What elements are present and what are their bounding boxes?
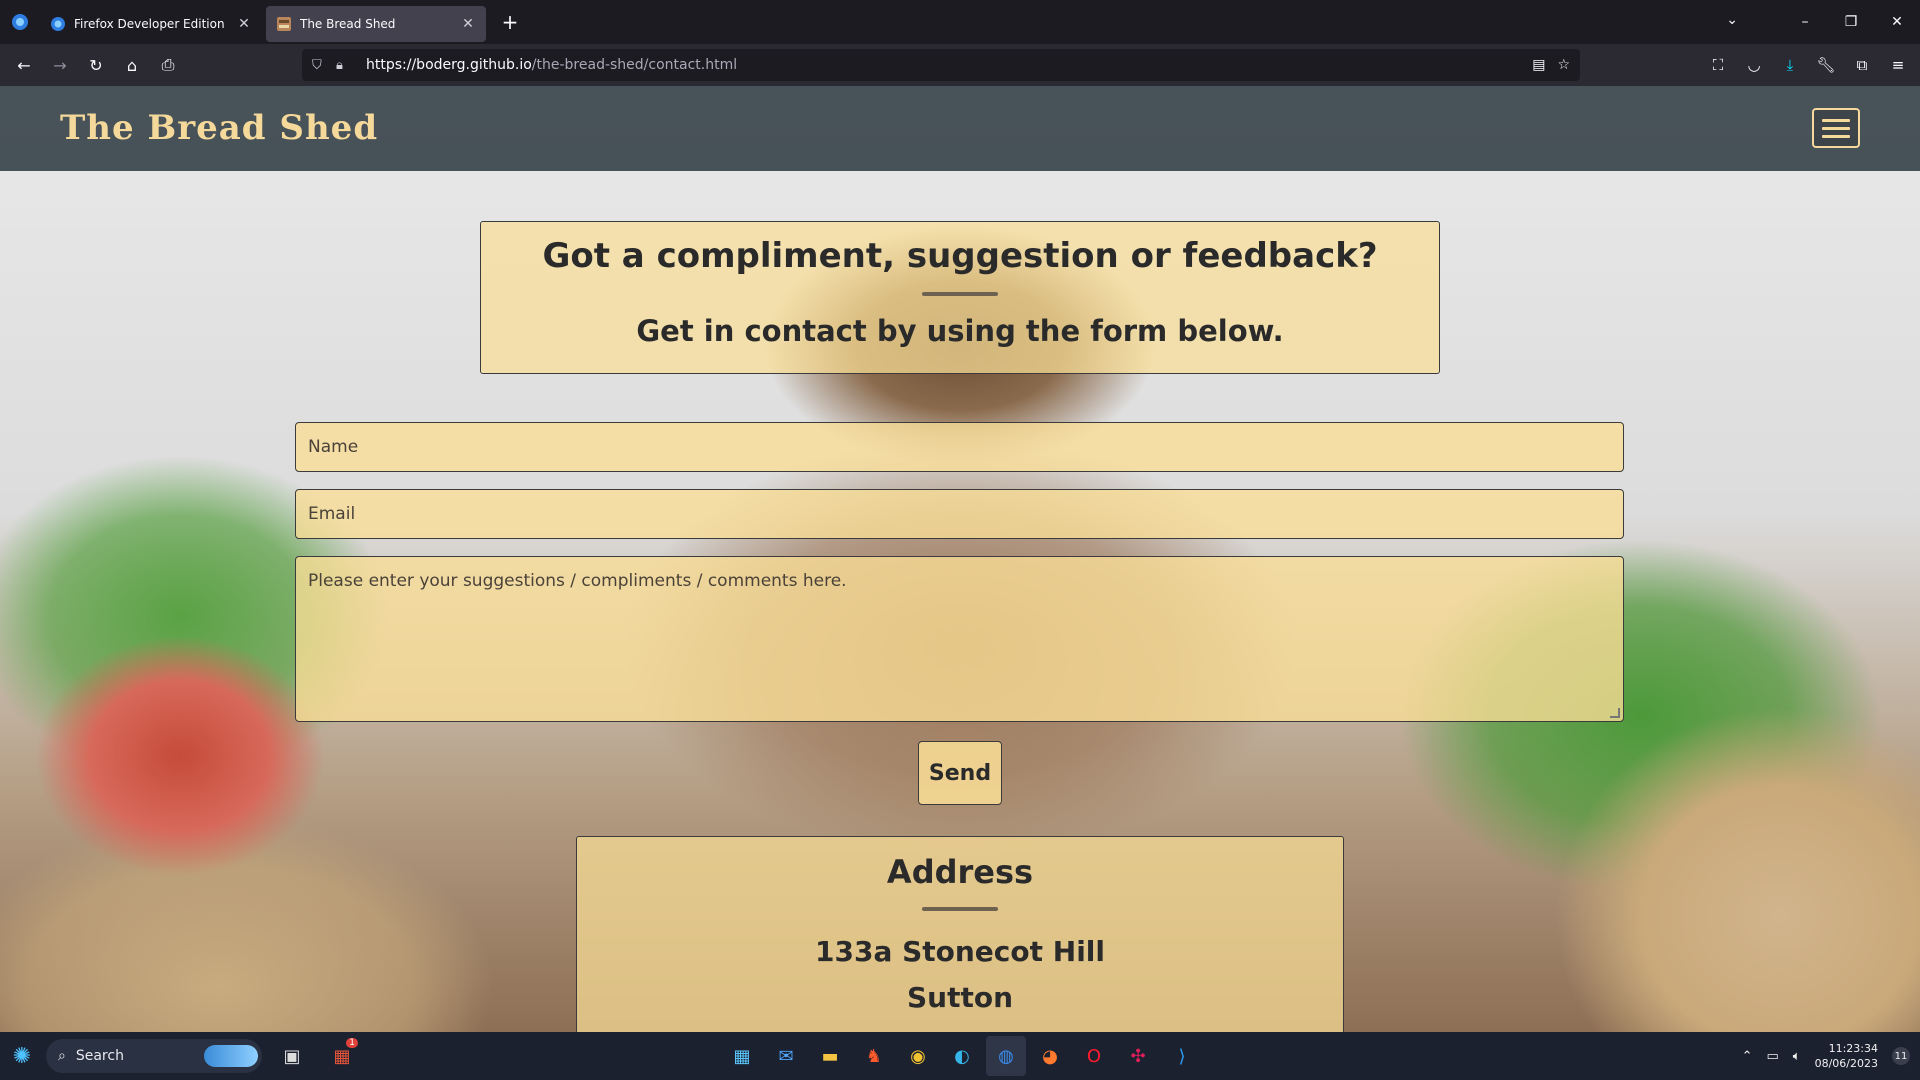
page-viewport: The Bread Shed Got a compliment, suggest… bbox=[0, 86, 1920, 1032]
extensions-icon[interactable]: ⧉ bbox=[1850, 56, 1874, 74]
address-divider bbox=[922, 907, 998, 911]
volume-icon[interactable]: 🔈︎ bbox=[1793, 1049, 1801, 1064]
address-box: Address 133a Stonecot Hill Sutton bbox=[576, 836, 1344, 1032]
close-tab-icon[interactable]: ✕ bbox=[460, 16, 476, 32]
close-window-icon[interactable]: ✕ bbox=[1874, 14, 1920, 30]
send-button[interactable]: Send bbox=[918, 741, 1002, 805]
chrome-icon[interactable]: ◉ bbox=[898, 1036, 938, 1076]
search-highlight-icon bbox=[204, 1045, 258, 1067]
list-all-tabs-icon[interactable]: ⌄ bbox=[1726, 12, 1738, 28]
search-label: Search bbox=[75, 1048, 124, 1064]
address-bar[interactable]: ⛉ 🔒︎ https://boderg.github.io/the-bread-… bbox=[302, 49, 1580, 81]
url-host: https://boderg.github.io bbox=[366, 57, 532, 73]
slack-icon[interactable]: ✣ bbox=[1118, 1036, 1158, 1076]
firefox-icon[interactable]: ◕ bbox=[1030, 1036, 1070, 1076]
contact-heading-box: Got a compliment, suggestion or feedback… bbox=[480, 221, 1440, 374]
start-icon[interactable]: ✺ bbox=[2, 1044, 42, 1069]
print-icon[interactable]: ⎙ bbox=[150, 49, 186, 81]
site-header: The Bread Shed bbox=[0, 86, 1920, 171]
close-tab-icon[interactable]: ✕ bbox=[236, 16, 252, 32]
pocket-icon[interactable]: ◡ bbox=[1742, 56, 1766, 74]
vscode-icon[interactable]: ⟩ bbox=[1162, 1036, 1202, 1076]
developer-tools-wrench-icon[interactable]: 🔧︎ bbox=[1814, 56, 1838, 74]
search-icon: ⌕ bbox=[58, 1048, 66, 1064]
task-view-icon[interactable]: ▣ bbox=[272, 1036, 312, 1076]
hamburger-menu-icon[interactable] bbox=[1812, 108, 1860, 148]
screenshot-icon[interactable]: ⛶ bbox=[1706, 56, 1730, 74]
back-icon[interactable]: ← bbox=[6, 49, 42, 81]
address-heading: Address bbox=[886, 853, 1034, 891]
window-controls: – ❐ ✕ bbox=[1782, 0, 1920, 44]
tab-firefox-developer-edition[interactable]: Firefox Developer Edition ✕ bbox=[40, 6, 262, 42]
toolbar-right-icons: ⛶ ◡ ⤓ 🔧︎ ⧉ ≡ bbox=[1706, 49, 1910, 81]
navigation-toolbar: ← → ↻ ⌂ ⎙ ⛉ 🔒︎ https://boderg.github.io/… bbox=[0, 44, 1920, 86]
address-line-2: Sutton bbox=[906, 981, 1014, 1014]
address-line-1: 133a Stonecot Hill bbox=[815, 935, 1105, 968]
microsoft-store-icon[interactable]: ▦ bbox=[722, 1036, 762, 1076]
site-title[interactable]: The Bread Shed bbox=[60, 108, 378, 148]
bookmark-star-icon[interactable]: ☆ bbox=[1557, 57, 1570, 73]
message-textarea[interactable]: Please enter your suggestions / complime… bbox=[295, 556, 1624, 722]
file-explorer-icon[interactable]: ▬ bbox=[810, 1036, 850, 1076]
contact-heading: Got a compliment, suggestion or feedback… bbox=[542, 236, 1378, 276]
opera-icon[interactable]: O bbox=[1074, 1036, 1114, 1076]
url-path: /the-bread-shed/contact.html bbox=[531, 57, 738, 73]
downloads-icon[interactable]: ⤓ bbox=[1778, 56, 1802, 74]
home-icon[interactable]: ⌂ bbox=[114, 49, 150, 81]
restore-icon[interactable]: ❐ bbox=[1828, 14, 1874, 30]
name-input[interactable]: Name bbox=[295, 422, 1624, 472]
message-placeholder: Please enter your suggestions / complime… bbox=[308, 571, 847, 591]
taskbar-apps: ▦ ✉ ▬ ♞ ◉ ◐ ◍ ◕ O ✣ ⟩ bbox=[722, 1036, 1202, 1076]
reader-view-icon[interactable]: ▤ bbox=[1532, 57, 1545, 73]
notification-badge[interactable]: 11 bbox=[1892, 1047, 1910, 1065]
resize-handle-icon[interactable] bbox=[1610, 708, 1620, 718]
mail-icon[interactable]: ✉ bbox=[766, 1036, 806, 1076]
firefox-menu-icon[interactable] bbox=[0, 0, 40, 44]
firefox-dev-icon bbox=[51, 17, 65, 31]
tab-title: The Bread Shed bbox=[300, 17, 396, 31]
clock-time: 11:23:34 bbox=[1828, 1042, 1878, 1055]
lock-icon[interactable]: 🔒︎ bbox=[336, 58, 360, 73]
app-menu-icon[interactable]: ≡ bbox=[1886, 56, 1910, 74]
new-tab-button[interactable]: + bbox=[494, 6, 526, 38]
widgets-icon[interactable]: ▦ 1 bbox=[322, 1036, 362, 1076]
network-icon[interactable]: ▭ bbox=[1766, 1049, 1778, 1064]
taskbar-search[interactable]: ⌕ Search bbox=[46, 1039, 262, 1073]
clock-date: 08/06/2023 bbox=[1814, 1057, 1878, 1070]
reload-icon[interactable]: ↻ bbox=[78, 49, 114, 81]
tracking-protection-shield-icon[interactable]: ⛉ bbox=[312, 58, 336, 73]
browser-tab-bar: Firefox Developer Edition ✕ The Bread Sh… bbox=[0, 0, 1920, 44]
forward-icon[interactable]: → bbox=[42, 49, 78, 81]
show-hidden-icons-icon[interactable]: ⌃ bbox=[1742, 1049, 1753, 1064]
edge-icon[interactable]: ◐ bbox=[942, 1036, 982, 1076]
firefox-developer-edition-icon[interactable]: ◍ bbox=[986, 1036, 1026, 1076]
windows-taskbar: ✺ ⌕ Search ▣ ▦ 1 ▦ ✉ ▬ ♞ ◉ ◐ ◍ ◕ O ✣ ⟩ ⌃ … bbox=[0, 1032, 1920, 1080]
system-tray: ⌃ ▭ 🔈︎ 11:23:34 08/06/2023 11 bbox=[1742, 1032, 1910, 1080]
contact-subheading: Get in contact by using the form below. bbox=[636, 314, 1284, 348]
tab-title: Firefox Developer Edition bbox=[74, 17, 225, 31]
heading-divider bbox=[922, 292, 998, 296]
brave-browser-icon[interactable]: ♞ bbox=[854, 1036, 894, 1076]
widget-badge: 1 bbox=[346, 1038, 358, 1048]
url-text[interactable]: https://boderg.github.io/the-bread-shed/… bbox=[366, 57, 737, 73]
tab-the-bread-shed[interactable]: The Bread Shed ✕ bbox=[266, 6, 486, 42]
clock[interactable]: 11:23:34 08/06/2023 bbox=[1815, 1041, 1878, 1071]
minimize-icon[interactable]: – bbox=[1782, 14, 1828, 30]
bread-shed-favicon bbox=[277, 17, 291, 31]
email-input[interactable]: Email bbox=[295, 489, 1624, 539]
